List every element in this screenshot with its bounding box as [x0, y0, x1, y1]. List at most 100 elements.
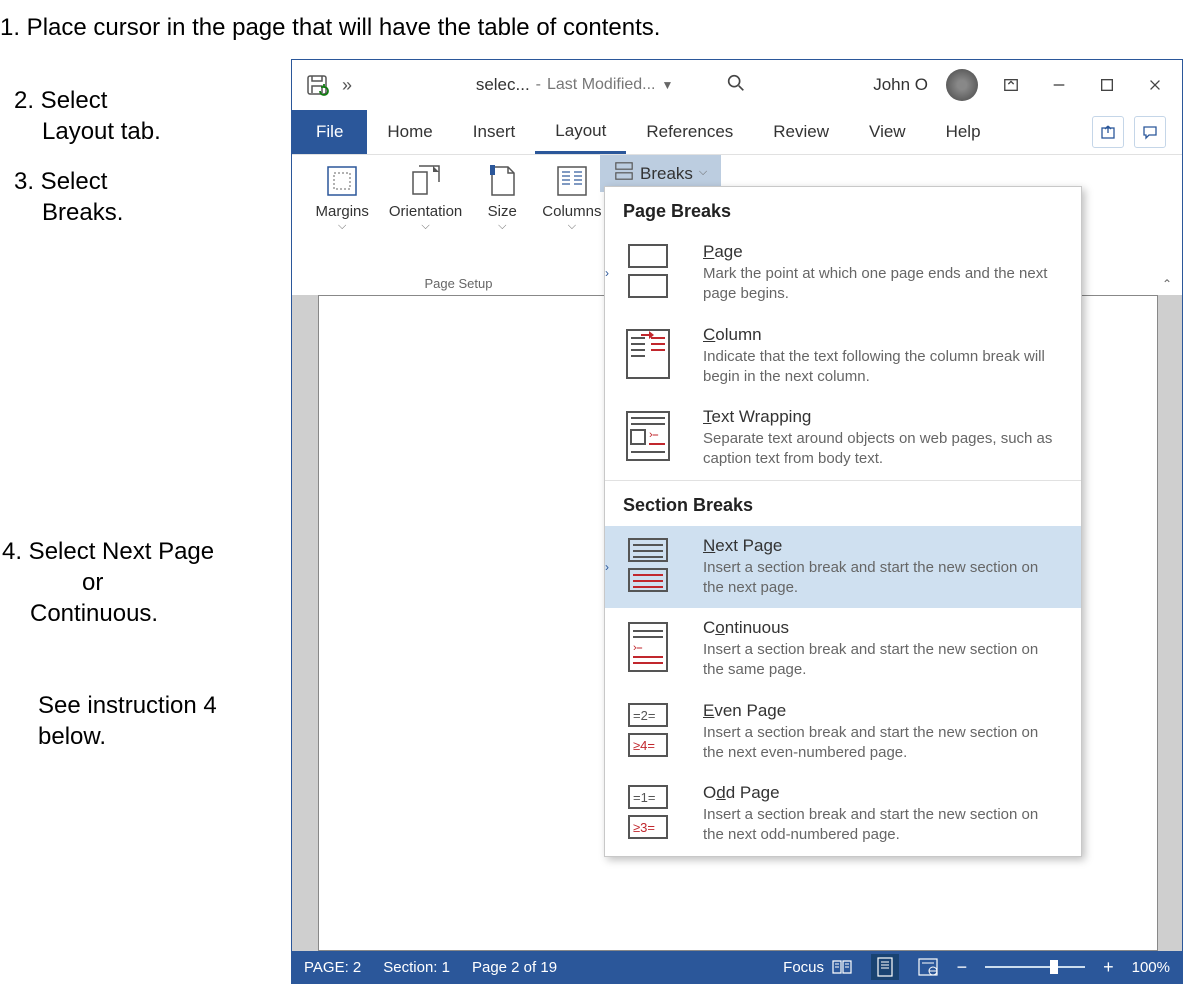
next-page-desc: Insert a section break and start the new…	[703, 558, 1063, 599]
qat-more-icon[interactable]: »	[342, 75, 350, 96]
step2-line2: Layout tab.	[14, 118, 161, 145]
margins-icon	[322, 161, 362, 201]
odd-page-desc: Insert a section break and start the new…	[703, 805, 1063, 846]
tab-references[interactable]: References	[626, 112, 753, 152]
text-wrapping-title: Text Wrapping	[703, 407, 1063, 427]
focus-mode-button[interactable]: Focus	[791, 956, 813, 978]
zoom-out-button[interactable]: −	[957, 957, 968, 978]
step4: 4. Select Next Page or Continuous.	[2, 536, 214, 630]
page-break-icon	[623, 242, 681, 300]
column-desc: Indicate that the text following the col…	[703, 347, 1063, 388]
menu-item-odd-page[interactable]: =1= ≥3= Odd Page Insert a section break a…	[605, 773, 1081, 856]
menu-item-next-page[interactable]: › Next Page Insert a section break and s…	[605, 526, 1081, 609]
odd-page-icon: =1= ≥3=	[623, 783, 681, 841]
last-modified: Last Modified...	[547, 76, 656, 94]
columns-label: Columns	[542, 203, 601, 220]
menu-item-continuous[interactable]: ›⎯ Continuous Insert a section break and…	[605, 608, 1081, 691]
menu-item-even-page[interactable]: =2=≥4= Even Page Insert a section break …	[605, 691, 1081, 774]
orientation-button[interactable]: Orientation ⌵	[389, 161, 462, 233]
menu-item-page[interactable]: › Page Mark the point at which one page …	[605, 232, 1081, 315]
margins-button[interactable]: Margins ⌵	[316, 161, 369, 233]
step2-line1: 2. Select	[14, 87, 107, 114]
ribbon-tabs: File Home Insert Layout References Revie…	[292, 110, 1182, 155]
ribbon-display-options-icon[interactable]	[996, 70, 1026, 100]
next-page-icon	[623, 536, 681, 594]
step1: 1. Place cursor in the page that will ha…	[0, 12, 900, 43]
size-button[interactable]: Size ⌵	[482, 161, 522, 233]
continuous-desc: Insert a section break and start the new…	[703, 640, 1063, 681]
status-section[interactable]: Section: 1	[383, 959, 450, 976]
svg-text:≥3=: ≥3=	[633, 820, 655, 835]
caret-icon: ⌵	[498, 220, 506, 233]
section-breaks-header: Section Breaks	[605, 480, 1081, 526]
focus-label: Focus	[783, 959, 824, 976]
pointer-icon: ›	[605, 266, 609, 280]
even-page-desc: Insert a section break and start the new…	[703, 723, 1063, 764]
comments-button[interactable]	[1134, 116, 1166, 148]
autosave-icon[interactable]	[304, 72, 330, 98]
step3-line2: Breaks.	[14, 199, 123, 226]
tab-layout[interactable]: Layout	[535, 111, 626, 154]
user-avatar[interactable]	[946, 69, 978, 101]
status-page-count[interactable]: Page 2 of 19	[472, 959, 557, 976]
tab-view[interactable]: View	[849, 112, 926, 152]
search-icon[interactable]	[725, 72, 747, 99]
step2: 2. Select Layout tab.	[14, 85, 161, 147]
status-page[interactable]: PAGE: 2	[304, 959, 361, 976]
even-page-title: Even Page	[703, 701, 1063, 721]
step5-line1: See instruction 4	[38, 692, 217, 719]
breaks-icon	[614, 161, 634, 186]
margins-label: Margins	[316, 203, 369, 220]
caret-icon: ⌵	[338, 220, 346, 233]
step5: See instruction 4 below.	[38, 690, 217, 752]
page-desc: Mark the point at which one page ends an…	[703, 264, 1063, 305]
size-icon	[482, 161, 522, 201]
print-layout-icon[interactable]	[871, 954, 899, 980]
title-dropdown-icon[interactable]: ▼	[662, 78, 674, 92]
svg-text:=1=: =1=	[633, 790, 655, 805]
zoom-level[interactable]: 100%	[1132, 959, 1170, 976]
step3: 3. Select Breaks.	[14, 166, 123, 228]
svg-text:›⎯: ›⎯	[633, 642, 643, 654]
menu-item-column[interactable]: Column Indicate that the text following …	[605, 315, 1081, 398]
text-wrapping-icon: ›⎯	[623, 407, 681, 465]
zoom-slider[interactable]	[985, 966, 1085, 968]
share-button[interactable]	[1092, 116, 1124, 148]
odd-page-title: Odd Page	[703, 783, 1063, 803]
step4-line1: 4. Select Next Page	[2, 538, 214, 565]
read-mode-icon[interactable]	[831, 956, 853, 978]
text-wrapping-desc: Separate text around objects on web page…	[703, 429, 1063, 470]
svg-text:›⎯: ›⎯	[649, 429, 659, 441]
tab-help[interactable]: Help	[926, 112, 1001, 152]
tab-insert[interactable]: Insert	[453, 112, 536, 152]
next-page-title: Next Page	[703, 536, 1063, 556]
collapse-ribbon-icon[interactable]: ⌃	[1162, 277, 1172, 291]
columns-button[interactable]: Columns ⌵	[542, 161, 601, 233]
menu-item-text-wrapping[interactable]: ›⎯ Text Wrapping Separate text around ob…	[605, 397, 1081, 480]
even-page-icon: =2=≥4=	[623, 701, 681, 759]
tab-file[interactable]: File	[292, 110, 367, 154]
web-layout-icon[interactable]	[917, 956, 939, 978]
title-dash: -	[536, 76, 541, 94]
maximize-button[interactable]	[1092, 70, 1122, 100]
tab-review[interactable]: Review	[753, 112, 849, 152]
step4-line2: or	[2, 569, 103, 596]
user-name[interactable]: John O	[873, 75, 928, 95]
page-title: Page	[703, 242, 1063, 262]
orientation-label: Orientation	[389, 203, 462, 220]
caret-icon: ⌵	[421, 220, 429, 233]
zoom-in-button[interactable]: +	[1103, 957, 1114, 978]
svg-text:≥4=: ≥4=	[633, 738, 655, 753]
orientation-icon	[406, 161, 446, 201]
status-bar: PAGE: 2 Section: 1 Page 2 of 19 Focus − …	[292, 951, 1182, 983]
page-setup-label: Page Setup	[425, 276, 493, 291]
tab-home[interactable]: Home	[367, 112, 452, 152]
breaks-label: Breaks	[640, 164, 693, 184]
step4-line3: Continuous.	[2, 600, 158, 627]
close-button[interactable]	[1140, 70, 1170, 100]
step3-line1: 3. Select	[14, 168, 107, 195]
column-title: Column	[703, 325, 1063, 345]
column-break-icon	[623, 325, 681, 383]
pointer-icon: ›	[605, 560, 609, 574]
minimize-button[interactable]	[1044, 70, 1074, 100]
